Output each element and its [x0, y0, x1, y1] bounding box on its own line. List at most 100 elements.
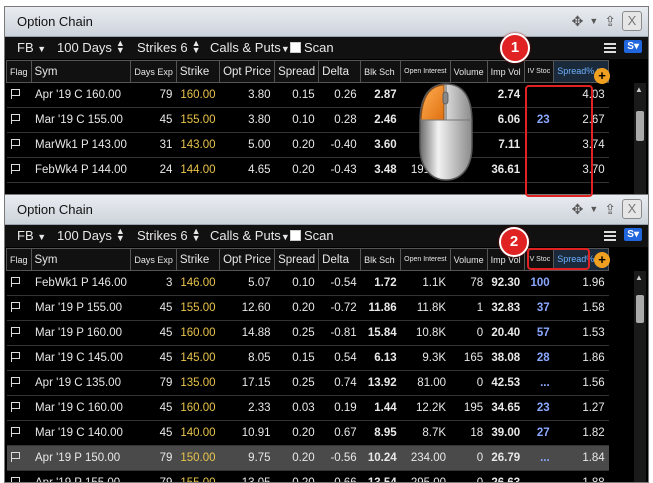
header-sym[interactable]: Sym [30, 248, 132, 271]
days-exp-cell: 79 [130, 470, 177, 482]
strikes-stepper[interactable]: Strikes 6 ▲ ▼ [137, 227, 201, 244]
header-delta[interactable]: Delta [318, 60, 362, 83]
flag-icon[interactable] [10, 138, 20, 149]
scan-checkbox[interactable]: Scan [290, 40, 334, 55]
move-icon[interactable]: ✥ [572, 11, 584, 31]
header-open-interest[interactable]: Open Interest [400, 248, 451, 271]
header-imp-vol[interactable]: Imp Vol [486, 60, 525, 83]
table-row[interactable]: Apr '19 P 150.00 79 150.00 9.75 0.20 -0.56 10.… [6, 445, 609, 471]
menu-icon[interactable] [604, 230, 617, 241]
table-row[interactable]: Mar '19 C 155.00 45 155.00 3.80 0.10 0.28 2.46… [6, 107, 609, 133]
flag-cell[interactable] [6, 420, 32, 446]
flag-cell[interactable] [6, 82, 32, 108]
table-row[interactable]: Apr '19 P 155.00 79 155.00 13.05 0.20 -0.66 13… [6, 470, 609, 482]
opt-price-cell: 9.75 [219, 445, 275, 471]
chevron-down-icon[interactable]: ▼ [589, 199, 598, 219]
table-row[interactable]: Mar '19 C 160.00 45 160.00 2.33 0.03 0.19 1.44… [6, 395, 609, 421]
flag-cell[interactable] [6, 370, 32, 396]
move-icon[interactable]: ✥ [572, 199, 584, 219]
header-strike[interactable]: Strike [175, 248, 221, 271]
header-flag[interactable]: Flag [6, 248, 32, 271]
symbol-dropdown[interactable]: FB ▼ [17, 40, 46, 55]
flag-cell[interactable] [6, 270, 32, 296]
vertical-scrollbar[interactable]: ▲ [634, 83, 646, 205]
flag-icon[interactable] [10, 351, 20, 362]
pin-icon[interactable]: ⇪ [604, 11, 616, 31]
days-stepper[interactable]: 100 Days ▲ ▼ [57, 39, 125, 56]
header-opt-price[interactable]: Opt Price [219, 60, 276, 83]
window-title: Option Chain [17, 202, 93, 217]
scan-checkbox[interactable]: Scan [290, 228, 334, 243]
header-days-exp[interactable]: Days Exp [130, 248, 177, 271]
add-column-icon[interactable]: + [594, 252, 610, 268]
scroll-thumb[interactable] [636, 111, 644, 141]
strikes-stepper[interactable]: Strikes 6 ▲ ▼ [137, 39, 201, 56]
table-row[interactable]: Apr '19 C 135.00 79 135.00 17.15 0.25 0.74 13.… [6, 370, 609, 396]
spread-cell: 0.15 [274, 345, 319, 371]
header-sym[interactable]: Sym [30, 60, 132, 83]
flag-icon[interactable] [10, 401, 20, 412]
table-row[interactable]: Mar '19 P 155.00 45 155.00 12.60 0.20 -0.72 11… [6, 295, 609, 321]
flag-cell[interactable] [6, 157, 32, 183]
header-blk-sch[interactable]: Blk Sch [360, 248, 402, 271]
iv-stoc-cell: 100 [524, 270, 554, 296]
calls-puts-dropdown[interactable]: Calls & Puts▼ [210, 228, 290, 243]
flag-cell[interactable] [6, 320, 32, 346]
vertical-scrollbar[interactable]: ▲ [634, 271, 646, 482]
header-volume[interactable]: Volume [449, 248, 488, 271]
flag-cell[interactable] [6, 445, 32, 471]
flag-cell[interactable] [6, 295, 32, 321]
flag-icon[interactable] [10, 326, 20, 337]
scroll-up-icon[interactable]: ▲ [635, 273, 643, 282]
flag-icon[interactable] [10, 426, 20, 437]
delta-cell: 0.74 [318, 370, 361, 396]
settings-s-icon[interactable]: S▾ [624, 40, 642, 53]
close-button[interactable]: X [622, 11, 642, 31]
table-row[interactable]: FebWk1 P 146.00 3 146.00 5.07 0.10 -0.54 1.72 1… [6, 270, 609, 296]
settings-s-icon[interactable]: S▾ [624, 228, 642, 241]
symbol-dropdown[interactable]: FB ▼ [17, 228, 46, 243]
open-interest-cell: 81.00 [400, 370, 451, 396]
scroll-thumb[interactable] [636, 295, 644, 323]
flag-icon[interactable] [10, 88, 20, 99]
flag-cell[interactable] [6, 107, 32, 133]
strike-cell: 145.00 [176, 345, 220, 371]
flag-icon[interactable] [10, 163, 20, 174]
table-row[interactable]: Apr '19 C 160.00 79 160.00 3.80 0.15 0.26 2.87… [6, 82, 609, 108]
flag-cell[interactable] [6, 470, 32, 482]
flag-cell[interactable] [6, 345, 32, 371]
flag-icon[interactable] [10, 476, 20, 482]
menu-icon[interactable] [604, 42, 617, 53]
add-column-icon[interactable]: + [594, 68, 610, 84]
close-button[interactable]: X [622, 199, 642, 219]
chevron-down-icon[interactable]: ▼ [589, 11, 598, 31]
header-flag[interactable]: Flag [6, 60, 32, 83]
header-blk-sch[interactable]: Blk Sch [360, 60, 402, 83]
calls-puts-dropdown[interactable]: Calls & Puts▼ [210, 40, 290, 55]
flag-icon[interactable] [10, 301, 20, 312]
flag-icon[interactable] [10, 276, 20, 287]
table-row[interactable]: Mar '19 P 160.00 45 160.00 14.88 0.25 -0.81 15… [6, 320, 609, 346]
flag-icon[interactable] [10, 376, 20, 387]
flag-cell[interactable] [6, 395, 32, 421]
header-strike[interactable]: Strike [175, 60, 221, 83]
spread-cell: 0.25 [274, 370, 319, 396]
open-interest-cell: 295.00 [400, 470, 451, 482]
header-opt-price[interactable]: Opt Price [219, 248, 276, 271]
pin-icon[interactable]: ⇪ [604, 199, 616, 219]
table-row[interactable]: MarWk1 P 143.00 31 143.00 5.00 0.20 -0.40 3.60… [6, 132, 609, 158]
flag-icon[interactable] [10, 113, 20, 124]
scroll-up-icon[interactable]: ▲ [635, 85, 643, 94]
table-row[interactable]: Mar '19 C 145.00 45 145.00 8.05 0.15 0.54 6.13… [6, 345, 609, 371]
flag-cell[interactable] [6, 132, 32, 158]
flag-icon[interactable] [10, 451, 20, 462]
header-spread[interactable]: Spread [274, 248, 320, 271]
days-stepper[interactable]: 100 Days ▲ ▼ [57, 227, 125, 244]
table-row[interactable]: FebWk4 P 144.00 24 144.00 4.65 0.20 -0.43 3.48… [6, 157, 609, 183]
header-iv-stoc[interactable]: IV Stoc [523, 60, 555, 83]
table-row[interactable]: Mar '19 C 140.00 45 140.00 10.91 0.20 0.67 8.9… [6, 420, 609, 446]
spread-cell: 0.20 [274, 470, 319, 482]
header-spread[interactable]: Spread [274, 60, 320, 83]
header-days-exp[interactable]: Days Exp [130, 60, 177, 83]
header-delta[interactable]: Delta [318, 248, 362, 271]
